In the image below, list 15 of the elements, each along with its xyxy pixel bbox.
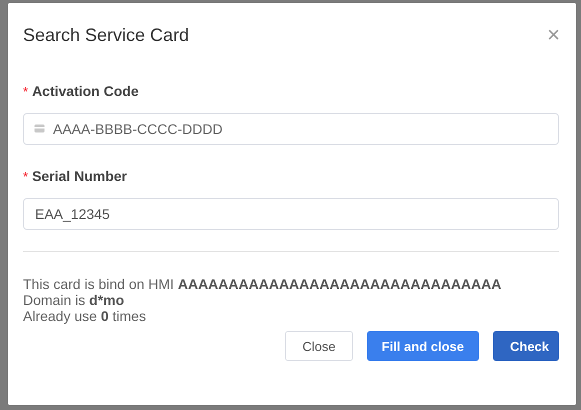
close-button[interactable]: × — [547, 24, 560, 46]
info-text: Already use 0 times — [23, 308, 147, 324]
info-text: Domain is d*mo — [23, 292, 126, 308]
field-label: Serial Number — [32, 168, 127, 184]
close-button[interactable]: Close — [285, 331, 353, 361]
input-field[interactable]: EAA_12345 — [23, 198, 559, 230]
info-text: This card is bind on HMI AAAAAAAAAAAAAAAAAAAAAAAAAAAAAAAA — [23, 276, 502, 292]
fill-and-close-button[interactable]: Fill and close — [366, 331, 479, 361]
card-icon — [34, 124, 45, 133]
check-button[interactable]: Check — [493, 331, 559, 361]
input-field[interactable]: AAAA-BBBB-CCCC-DDDD — [23, 113, 559, 145]
dialog-title: Search Service Card — [23, 24, 190, 46]
field-label: Activation Code — [32, 83, 139, 99]
required-mark: * — [23, 84, 28, 99]
required-mark: * — [23, 169, 28, 184]
